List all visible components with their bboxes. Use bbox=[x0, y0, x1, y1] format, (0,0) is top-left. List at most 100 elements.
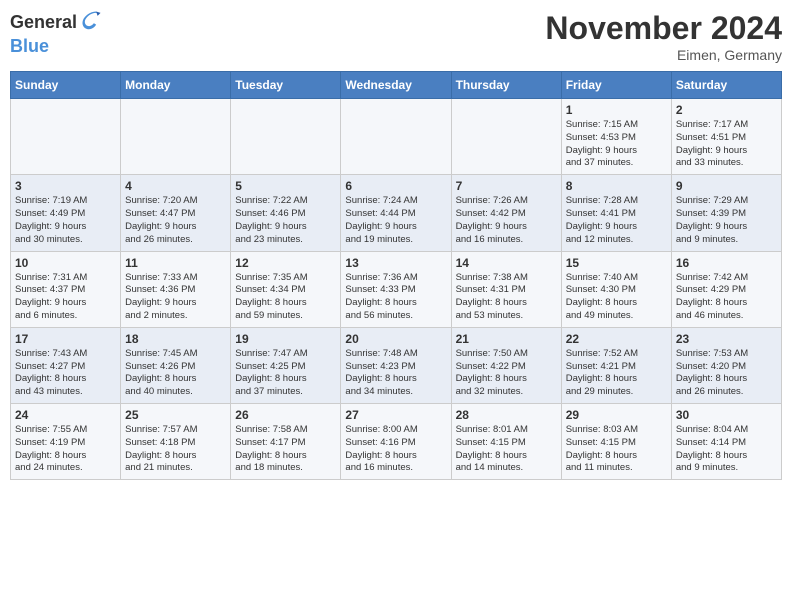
day-number: 30 bbox=[676, 408, 777, 422]
calendar-cell: 9 Sunrise: 7:29 AM Sunset: 4:39 PM Daylig… bbox=[671, 175, 781, 251]
day-number: 26 bbox=[235, 408, 336, 422]
day-info: Sunrise: 7:48 AM Sunset: 4:23 PM Dayligh… bbox=[345, 348, 446, 399]
calendar-cell: 12Sunrise: 7:35 AM Sunset: 4:34 PM Dayli… bbox=[231, 251, 341, 327]
calendar-cell: 29 Sunrise: 8:03 AM Sunset: 4:15 PM Dayli… bbox=[561, 404, 671, 480]
day-number: 9 bbox=[676, 179, 777, 193]
day-info: Sunrise: 7:31 AM Sunset: 4:37 PM Dayligh… bbox=[15, 272, 116, 323]
calendar-week-2: 10 Sunrise: 7:31 AM Sunset: 4:37 PM Dayli… bbox=[11, 251, 782, 327]
calendar-cell bbox=[341, 99, 451, 175]
calendar-cell: 5 Sunrise: 7:22 AM Sunset: 4:46 PM Daylig… bbox=[231, 175, 341, 251]
day-number: 23 bbox=[676, 332, 777, 346]
calendar-cell: 28 Sunrise: 8:01 AM Sunset: 4:15 PM Dayli… bbox=[451, 404, 561, 480]
day-info: Sunrise: 7:47 AM Sunset: 4:25 PM Dayligh… bbox=[235, 348, 336, 399]
calendar-table: SundayMondayTuesdayWednesdayThursdayFrid… bbox=[10, 71, 782, 480]
day-info: Sunrise: 7:28 AM Sunset: 4:41 PM Dayligh… bbox=[566, 195, 667, 246]
day-number: 5 bbox=[235, 179, 336, 193]
calendar-cell: 19 Sunrise: 7:47 AM Sunset: 4:25 PM Dayli… bbox=[231, 327, 341, 403]
location: Eimen, Germany bbox=[545, 47, 782, 63]
calendar-cell: 25 Sunrise: 7:57 AM Sunset: 4:18 PM Dayli… bbox=[121, 404, 231, 480]
day-info: Sunrise: 7:57 AM Sunset: 4:18 PM Dayligh… bbox=[125, 424, 226, 475]
day-number: 10 bbox=[15, 256, 116, 270]
weekday-header-saturday: Saturday bbox=[671, 72, 781, 99]
calendar-cell: 22Sunrise: 7:52 AM Sunset: 4:21 PM Dayli… bbox=[561, 327, 671, 403]
day-info: Sunrise: 7:26 AM Sunset: 4:42 PM Dayligh… bbox=[456, 195, 557, 246]
day-info: Sunrise: 8:01 AM Sunset: 4:15 PM Dayligh… bbox=[456, 424, 557, 475]
calendar-cell: 20 Sunrise: 7:48 AM Sunset: 4:23 PM Dayli… bbox=[341, 327, 451, 403]
day-number: 25 bbox=[125, 408, 226, 422]
day-info: Sunrise: 7:43 AM Sunset: 4:27 PM Dayligh… bbox=[15, 348, 116, 399]
calendar-cell: 17 Sunrise: 7:43 AM Sunset: 4:27 PM Dayli… bbox=[11, 327, 121, 403]
day-number: 2 bbox=[676, 103, 777, 117]
day-info: Sunrise: 7:15 AM Sunset: 4:53 PM Dayligh… bbox=[566, 119, 667, 170]
day-number: 27 bbox=[345, 408, 446, 422]
calendar-cell: 11 Sunrise: 7:33 AM Sunset: 4:36 PM Dayli… bbox=[121, 251, 231, 327]
day-info: Sunrise: 7:42 AM Sunset: 4:29 PM Dayligh… bbox=[676, 272, 777, 323]
calendar-cell: 3Sunrise: 7:19 AM Sunset: 4:49 PM Daylig… bbox=[11, 175, 121, 251]
calendar-cell: 21 Sunrise: 7:50 AM Sunset: 4:22 PM Dayli… bbox=[451, 327, 561, 403]
day-number: 28 bbox=[456, 408, 557, 422]
day-number: 6 bbox=[345, 179, 446, 193]
day-info: Sunrise: 7:29 AM Sunset: 4:39 PM Dayligh… bbox=[676, 195, 777, 246]
day-info: Sunrise: 7:36 AM Sunset: 4:33 PM Dayligh… bbox=[345, 272, 446, 323]
calendar-cell: 30 Sunrise: 8:04 AM Sunset: 4:14 PM Dayli… bbox=[671, 404, 781, 480]
day-number: 18 bbox=[125, 332, 226, 346]
day-number: 11 bbox=[125, 256, 226, 270]
day-number: 24 bbox=[15, 408, 116, 422]
logo-text-general: General bbox=[10, 13, 77, 33]
calendar-cell: 7 Sunrise: 7:26 AM Sunset: 4:42 PM Daylig… bbox=[451, 175, 561, 251]
header-area: General Blue November 2024 Eimen, German… bbox=[10, 10, 782, 63]
weekday-header-wednesday: Wednesday bbox=[341, 72, 451, 99]
day-info: Sunrise: 7:35 AM Sunset: 4:34 PM Dayligh… bbox=[235, 272, 336, 323]
calendar-cell: 26 Sunrise: 7:58 AM Sunset: 4:17 PM Dayli… bbox=[231, 404, 341, 480]
calendar-cell: 4 Sunrise: 7:20 AM Sunset: 4:47 PM Daylig… bbox=[121, 175, 231, 251]
day-number: 17 bbox=[15, 332, 116, 346]
day-number: 8 bbox=[566, 179, 667, 193]
day-info: Sunrise: 7:33 AM Sunset: 4:36 PM Dayligh… bbox=[125, 272, 226, 323]
day-info: Sunrise: 7:40 AM Sunset: 4:30 PM Dayligh… bbox=[566, 272, 667, 323]
calendar-cell bbox=[451, 99, 561, 175]
calendar-cell: 23 Sunrise: 7:53 AM Sunset: 4:20 PM Dayli… bbox=[671, 327, 781, 403]
weekday-header-thursday: Thursday bbox=[451, 72, 561, 99]
day-info: Sunrise: 7:19 AM Sunset: 4:49 PM Dayligh… bbox=[15, 195, 116, 246]
day-info: Sunrise: 7:53 AM Sunset: 4:20 PM Dayligh… bbox=[676, 348, 777, 399]
calendar-cell: 16 Sunrise: 7:42 AM Sunset: 4:29 PM Dayli… bbox=[671, 251, 781, 327]
day-info: Sunrise: 8:03 AM Sunset: 4:15 PM Dayligh… bbox=[566, 424, 667, 475]
weekday-header-friday: Friday bbox=[561, 72, 671, 99]
calendar-week-4: 24 Sunrise: 7:55 AM Sunset: 4:19 PM Dayli… bbox=[11, 404, 782, 480]
day-info: Sunrise: 8:04 AM Sunset: 4:14 PM Dayligh… bbox=[676, 424, 777, 475]
calendar-cell: 6 Sunrise: 7:24 AM Sunset: 4:44 PM Daylig… bbox=[341, 175, 451, 251]
day-info: Sunrise: 8:00 AM Sunset: 4:16 PM Dayligh… bbox=[345, 424, 446, 475]
day-info: Sunrise: 7:38 AM Sunset: 4:31 PM Dayligh… bbox=[456, 272, 557, 323]
day-info: Sunrise: 7:17 AM Sunset: 4:51 PM Dayligh… bbox=[676, 119, 777, 170]
day-number: 19 bbox=[235, 332, 336, 346]
day-info: Sunrise: 7:50 AM Sunset: 4:22 PM Dayligh… bbox=[456, 348, 557, 399]
calendar-cell: 14 Sunrise: 7:38 AM Sunset: 4:31 PM Dayli… bbox=[451, 251, 561, 327]
day-info: Sunrise: 7:20 AM Sunset: 4:47 PM Dayligh… bbox=[125, 195, 226, 246]
day-number: 20 bbox=[345, 332, 446, 346]
calendar-header: SundayMondayTuesdayWednesdayThursdayFrid… bbox=[11, 72, 782, 99]
calendar-week-1: 3Sunrise: 7:19 AM Sunset: 4:49 PM Daylig… bbox=[11, 175, 782, 251]
calendar-week-3: 17 Sunrise: 7:43 AM Sunset: 4:27 PM Dayli… bbox=[11, 327, 782, 403]
calendar-cell: 24 Sunrise: 7:55 AM Sunset: 4:19 PM Dayli… bbox=[11, 404, 121, 480]
calendar-cell: 2 Sunrise: 7:17 AM Sunset: 4:51 PM Daylig… bbox=[671, 99, 781, 175]
day-info: Sunrise: 7:22 AM Sunset: 4:46 PM Dayligh… bbox=[235, 195, 336, 246]
weekday-header-monday: Monday bbox=[121, 72, 231, 99]
day-number: 29 bbox=[566, 408, 667, 422]
calendar-week-0: 1 Sunrise: 7:15 AM Sunset: 4:53 PM Daylig… bbox=[11, 99, 782, 175]
weekday-row: SundayMondayTuesdayWednesdayThursdayFrid… bbox=[11, 72, 782, 99]
day-number: 1 bbox=[566, 103, 667, 117]
calendar-body: 1 Sunrise: 7:15 AM Sunset: 4:53 PM Daylig… bbox=[11, 99, 782, 480]
calendar-cell: 18Sunrise: 7:45 AM Sunset: 4:26 PM Dayli… bbox=[121, 327, 231, 403]
day-info: Sunrise: 7:55 AM Sunset: 4:19 PM Dayligh… bbox=[15, 424, 116, 475]
calendar-cell: 10 Sunrise: 7:31 AM Sunset: 4:37 PM Dayli… bbox=[11, 251, 121, 327]
day-number: 16 bbox=[676, 256, 777, 270]
day-number: 21 bbox=[456, 332, 557, 346]
day-number: 14 bbox=[456, 256, 557, 270]
day-info: Sunrise: 7:58 AM Sunset: 4:17 PM Dayligh… bbox=[235, 424, 336, 475]
calendar-cell: 27 Sunrise: 8:00 AM Sunset: 4:16 PM Dayli… bbox=[341, 404, 451, 480]
day-number: 4 bbox=[125, 179, 226, 193]
day-info: Sunrise: 7:52 AM Sunset: 4:21 PM Dayligh… bbox=[566, 348, 667, 399]
day-info: Sunrise: 7:24 AM Sunset: 4:44 PM Dayligh… bbox=[345, 195, 446, 246]
day-number: 7 bbox=[456, 179, 557, 193]
calendar-cell bbox=[11, 99, 121, 175]
